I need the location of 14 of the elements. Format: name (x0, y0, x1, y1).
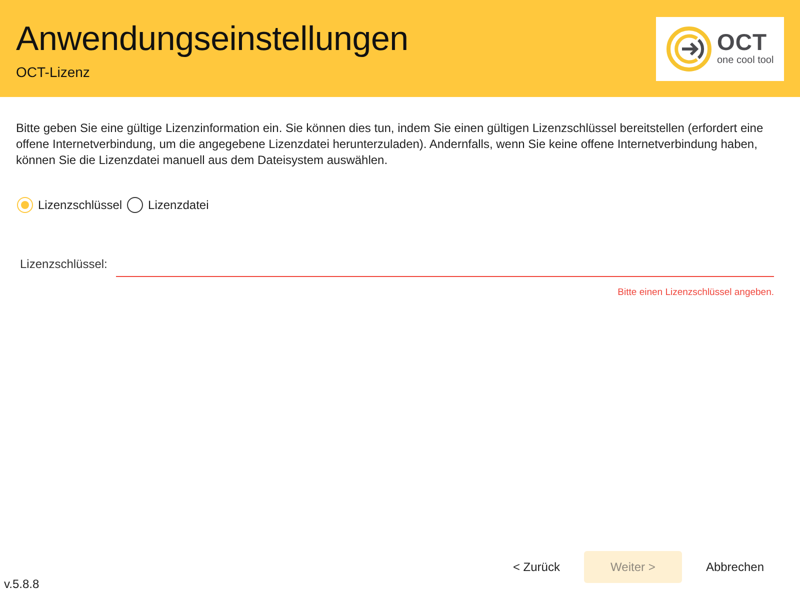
wizard-button[interactable]: < Zurück (492, 551, 580, 583)
field-label: Lizenzschlüssel: (20, 257, 108, 273)
wizard-button[interactable]: Abbrechen (686, 551, 784, 583)
radio-option[interactable]: Lizenzdatei (127, 197, 209, 213)
version-label: v.5.8.8 (4, 577, 40, 593)
logo-name: OCT (717, 31, 768, 53)
intro-text: Bitte geben Sie eine gültige Lizenzinformation ein. Sie können dies tun, indem Sie einen gültigen Lizenzschlüssel bereitstellen (erfordert eine offene Internetverbindung, um die angegebene Lizenzdatei herunterzuladen). Andernfalls, wenn Sie keine offene Internetverbindung haben, können Sie die Lizenzdatei manuell aus dem Dateisystem auswählen. (16, 120, 764, 168)
page-subtitle: OCT-Lizenz (16, 63, 91, 81)
logo-icon (666, 26, 712, 72)
radio-option[interactable]: Lizenzschlüssel (17, 197, 122, 213)
radio-icon[interactable] (127, 197, 144, 213)
error-message: Bitte einen Lizenzschlüssel angeben. (616, 287, 774, 298)
logo-tagline: one cool tool (717, 55, 774, 67)
page-title: Anwendungseinstellungen (16, 19, 408, 59)
